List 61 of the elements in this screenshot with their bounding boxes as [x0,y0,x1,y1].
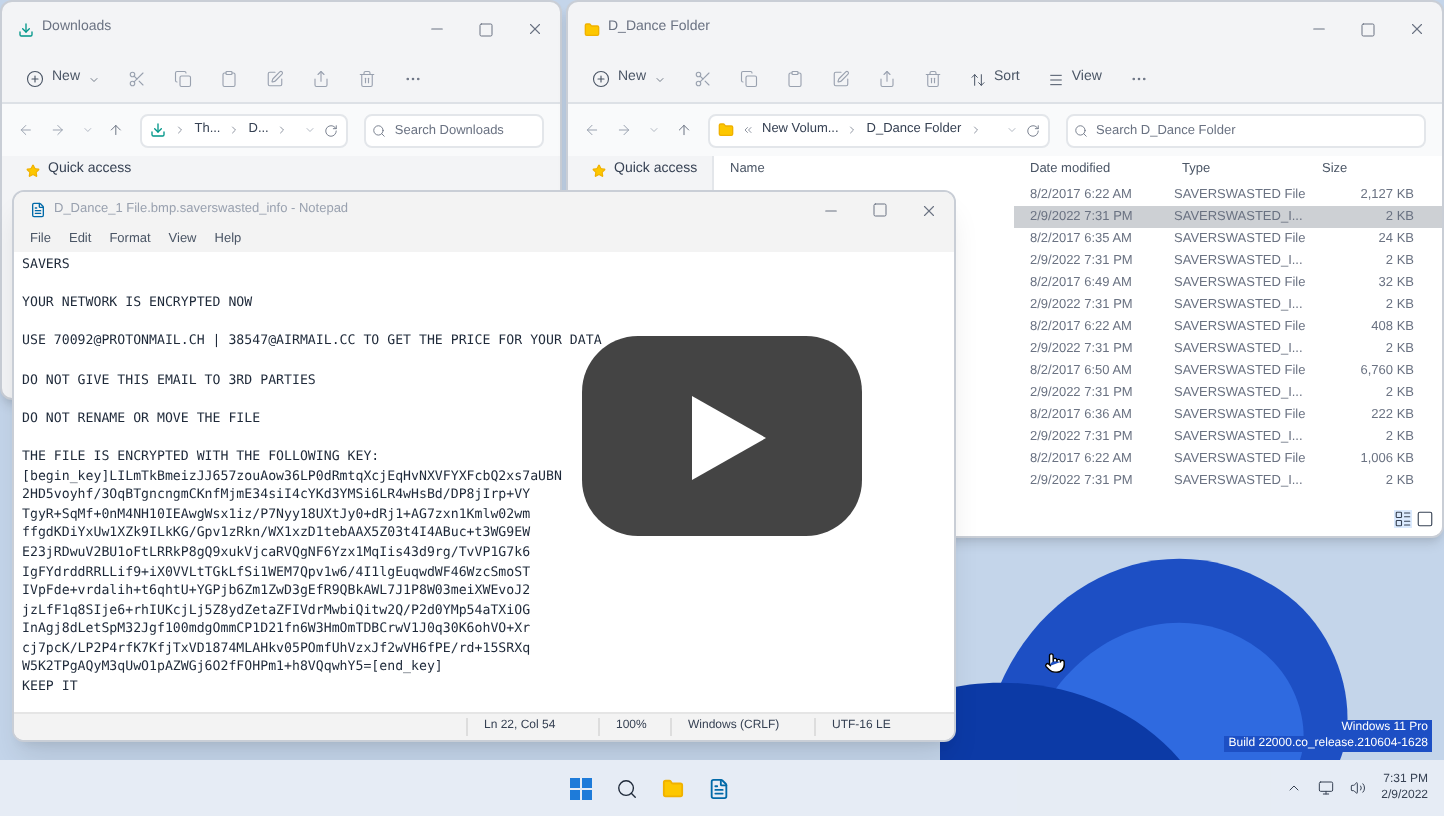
hand-cursor-icon [1044,652,1066,674]
paste-icon[interactable] [786,70,805,88]
cut-icon[interactable] [128,70,147,88]
paste-icon[interactable] [220,70,239,88]
maximize-icon[interactable] [478,21,494,37]
plus-icon [592,70,610,88]
notepad-icon[interactable] [708,777,731,799]
caret-icon [304,124,317,136]
details-view-icon[interactable] [1394,510,1412,528]
delete-icon[interactable] [358,70,377,88]
caret-icon [1006,124,1018,136]
up-icon[interactable] [108,122,125,138]
folder-icon [718,122,734,138]
refresh-icon[interactable] [1026,123,1040,137]
maximize-icon[interactable] [872,202,888,218]
search-icon [372,123,387,137]
speaker-icon[interactable] [1349,780,1366,796]
forward-icon[interactable] [49,122,66,138]
star-icon [592,163,606,178]
tiles-view-icon[interactable] [1416,510,1434,528]
download-icon [18,21,34,37]
folder-icon[interactable] [662,777,685,799]
chevron-icon[interactable] [1285,780,1302,796]
rename-icon[interactable] [266,70,285,88]
cut-icon[interactable] [694,70,713,88]
network-icon[interactable] [1317,780,1334,796]
search-icon[interactable] [616,777,639,799]
star-icon [26,163,40,178]
notepad-icon [30,202,46,218]
chevron-icon [174,124,187,136]
copy-icon[interactable] [174,70,193,88]
download-icon [150,122,167,138]
caret-icon [88,73,101,85]
share-icon[interactable] [878,70,897,88]
rename-icon[interactable] [832,70,851,88]
share-icon[interactable] [312,70,331,88]
close-icon[interactable] [920,201,938,219]
caret-icon[interactable] [648,124,660,136]
up-icon[interactable] [676,122,692,138]
delete-icon[interactable] [924,70,943,88]
search-icon [1074,123,1088,137]
chevron-icon [276,124,289,136]
chevron-icon [846,124,859,136]
back-icon[interactable] [18,122,34,138]
chevron-icon [742,124,754,136]
chevron-icon [969,124,982,136]
back-icon[interactable] [584,122,600,138]
caret-icon [654,73,667,85]
forward-icon[interactable] [616,122,632,138]
view-icon [1047,71,1064,87]
caret-icon[interactable] [81,124,93,136]
start-icon[interactable] [570,777,593,799]
refresh-icon[interactable] [324,123,339,137]
close-icon[interactable] [1408,20,1426,38]
maximize-icon[interactable] [1360,21,1376,37]
folder-icon [584,21,600,37]
sort-icon [970,71,987,87]
copy-icon[interactable] [740,70,759,88]
chevron-icon [228,124,241,136]
plus-icon [26,70,44,88]
close-icon[interactable] [526,20,544,38]
